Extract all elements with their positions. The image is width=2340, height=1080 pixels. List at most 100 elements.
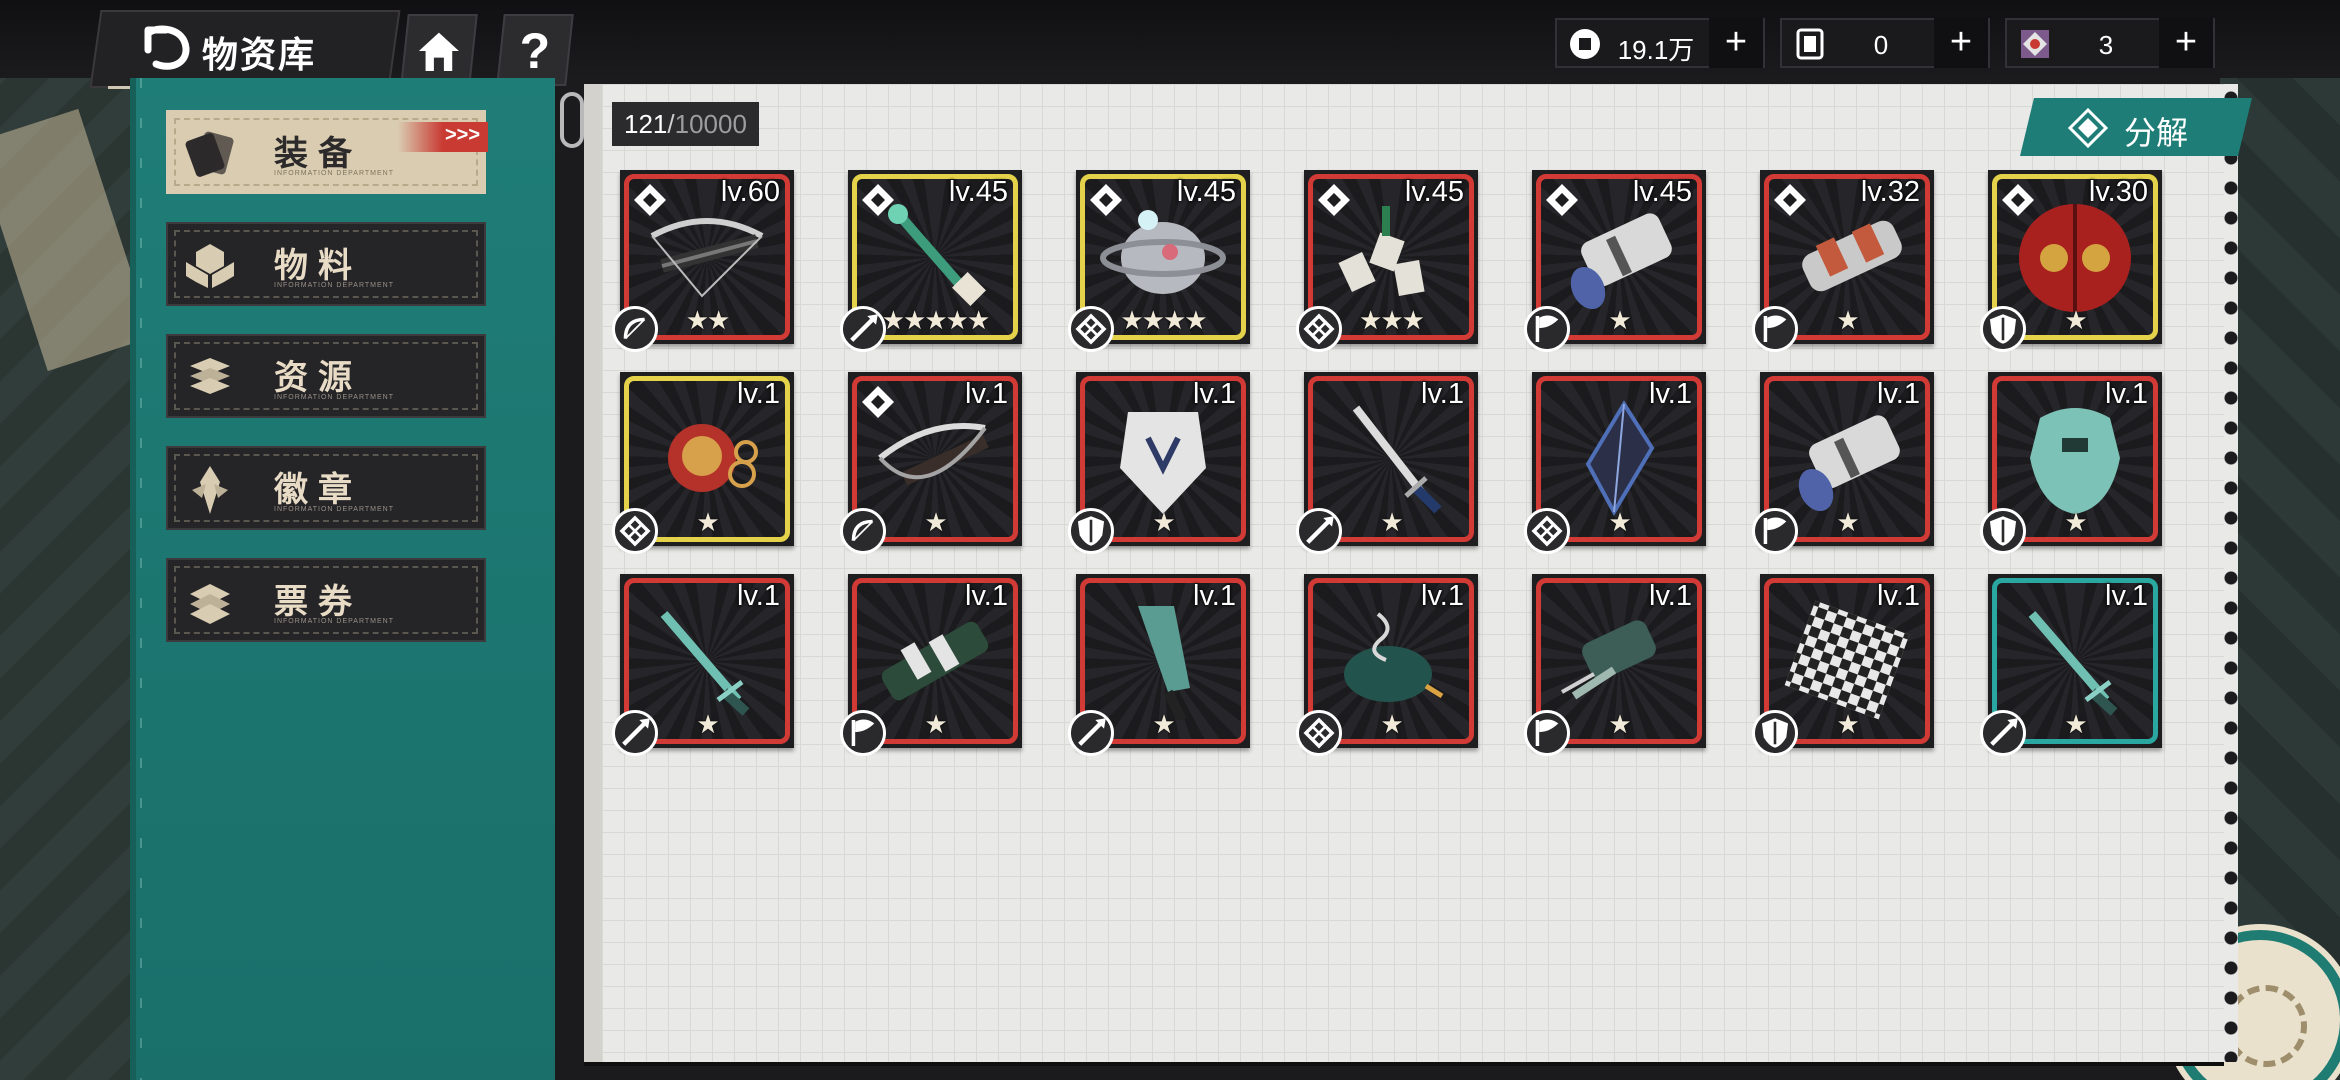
item-level: lv.1: [1421, 580, 1464, 612]
equipment-card[interactable]: lv.45 ★★★★: [1068, 170, 1250, 352]
sidebar-item-tickets[interactable]: 票券 INFORMATION DEPARTMENT: [166, 558, 486, 642]
currency-gem: 3 +: [2005, 18, 2215, 68]
inventory-max: 10000: [674, 109, 747, 139]
item-level: lv.60: [720, 176, 780, 208]
active-indicator: >>>: [398, 122, 488, 152]
coin-value: 19.1万: [1617, 35, 1695, 65]
sidebar-item-label: 票券: [274, 582, 362, 622]
equipment-card[interactable]: lv.1 ★: [1068, 372, 1250, 554]
equipment-card[interactable]: lv.1 ★: [1752, 372, 1934, 554]
equipment-card[interactable]: lv.1 ★: [840, 574, 1022, 756]
diamond-image: [1585, 400, 1655, 517]
currency-ticket: 0 +: [1780, 18, 1990, 68]
bow-icon: [840, 508, 886, 554]
equipment-card[interactable]: lv.1 ★: [1752, 574, 1934, 756]
gem-value: 3: [2098, 30, 2114, 60]
equipped-badge-icon: [634, 184, 666, 216]
background-left: [0, 0, 153, 1080]
equipped-badge-icon: [1546, 184, 1578, 216]
item-level: lv.1: [737, 378, 780, 410]
sword-image: [1352, 405, 1442, 514]
back-arrow-icon[interactable]: [140, 24, 192, 72]
equipment-card[interactable]: lv.1 ★: [1980, 574, 2162, 756]
knot-icon: [612, 508, 658, 554]
checker-image: [1784, 600, 1910, 720]
equipped-badge-icon: [862, 184, 894, 216]
equipped-badge-icon: [862, 386, 894, 418]
item-level: lv.1: [1193, 378, 1236, 410]
sidebar-item-resources[interactable]: 资源 INFORMATION DEPARTMENT: [166, 334, 486, 418]
resources-icon: [190, 358, 230, 394]
decompose-button[interactable]: 分解: [2020, 98, 2252, 156]
shield-icon: [1068, 508, 1114, 554]
flag-icon: [1524, 710, 1570, 756]
equipment-card[interactable]: lv.1 ★: [1980, 372, 2162, 554]
flag-icon: [840, 710, 886, 756]
equipment-card[interactable]: lv.1 ★: [1296, 372, 1478, 554]
lion-ring-image: [668, 424, 758, 492]
shield-icon: [1980, 306, 2026, 352]
badge-icon: [192, 466, 228, 514]
knot-icon: [1296, 306, 1342, 352]
item-level: lv.1: [737, 580, 780, 612]
sidebar-item-sublabel: INFORMATION DEPARTMENT: [274, 170, 394, 177]
sidebar-item-sublabel: INFORMATION DEPARTMENT: [274, 506, 394, 513]
item-level: lv.1: [2105, 378, 2148, 410]
equipment-card[interactable]: lv.1 ★: [1296, 574, 1478, 756]
flag-icon: [1524, 306, 1570, 352]
sidebar-item-sublabel: INFORMATION DEPARTMENT: [274, 618, 394, 625]
knot-icon: [1296, 710, 1342, 756]
tube-image: [881, 621, 989, 701]
equipped-badge-icon: [1774, 184, 1806, 216]
knot-icon: [1068, 306, 1114, 352]
item-level: lv.45: [1404, 176, 1464, 208]
sidebar-item-label: 徽章: [274, 470, 362, 510]
equipped-badge-icon: [1318, 184, 1350, 216]
coin-icon: [1570, 29, 1600, 59]
cannon-image: [1798, 415, 1900, 512]
sidebar-item-label: 装备: [274, 134, 362, 174]
item-level: lv.32: [1860, 176, 1920, 208]
item-level: lv.1: [965, 580, 1008, 612]
gun-image: [1561, 620, 1656, 700]
sidebar-item-materials[interactable]: 物料 INFORMATION DEPARTMENT: [166, 222, 486, 306]
shield-icon: [1752, 710, 1798, 756]
equipment-card[interactable]: lv.30 ★: [1980, 170, 2162, 352]
spear-icon: [1980, 710, 2026, 756]
equipment-card[interactable]: lv.60 ★★: [612, 170, 794, 352]
equipment-card[interactable]: lv.1 ★: [1068, 574, 1250, 756]
spear-icon: [612, 710, 658, 756]
equipment-card[interactable]: lv.45 ★★★★★: [840, 170, 1022, 352]
equipped-badge-icon: [2002, 184, 2034, 216]
equipment-card[interactable]: lv.1 ★: [612, 574, 794, 756]
equipment-card[interactable]: lv.1 ★: [840, 372, 1022, 554]
ticket-value: 0: [1873, 30, 1889, 60]
currency-coin: 19.1万 +: [1555, 18, 1765, 68]
equipment-card[interactable]: lv.45 ★: [1524, 170, 1706, 352]
flag-icon: [1752, 508, 1798, 554]
help-button[interactable]: ?: [496, 14, 574, 86]
add-coin-button[interactable]: +: [1709, 18, 1763, 68]
equipment-icon: [185, 131, 234, 177]
home-button[interactable]: [400, 14, 478, 86]
equipment-card[interactable]: lv.1 ★: [1524, 372, 1706, 554]
equipment-card[interactable]: lv.1 ★: [612, 372, 794, 554]
equipment-card[interactable]: lv.1 ★: [1524, 574, 1706, 756]
spear-icon: [1068, 710, 1114, 756]
item-level: lv.1: [965, 378, 1008, 410]
sidebar-item-equipment[interactable]: 装备 INFORMATION DEPARTMENT >>>: [166, 110, 488, 194]
item-level: lv.1: [1649, 580, 1692, 612]
add-ticket-button[interactable]: +: [1934, 18, 1988, 68]
item-level: lv.1: [1877, 580, 1920, 612]
machete-image: [1138, 606, 1190, 720]
item-level: lv.45: [948, 176, 1008, 208]
jade-sword-image: [2028, 611, 2118, 716]
home-icon: [418, 32, 459, 71]
equipment-card[interactable]: lv.45 ★★★: [1296, 170, 1478, 352]
equipment-card[interactable]: lv.32 ★: [1752, 170, 1934, 352]
page-title: 物资库: [202, 34, 317, 76]
gem-icon: [2021, 30, 2049, 58]
sidebar-item-badges[interactable]: 徽章 INFORMATION DEPARTMENT: [166, 446, 486, 530]
decompose-label: 分解: [2124, 114, 2189, 152]
add-gem-button[interactable]: +: [2159, 18, 2213, 68]
